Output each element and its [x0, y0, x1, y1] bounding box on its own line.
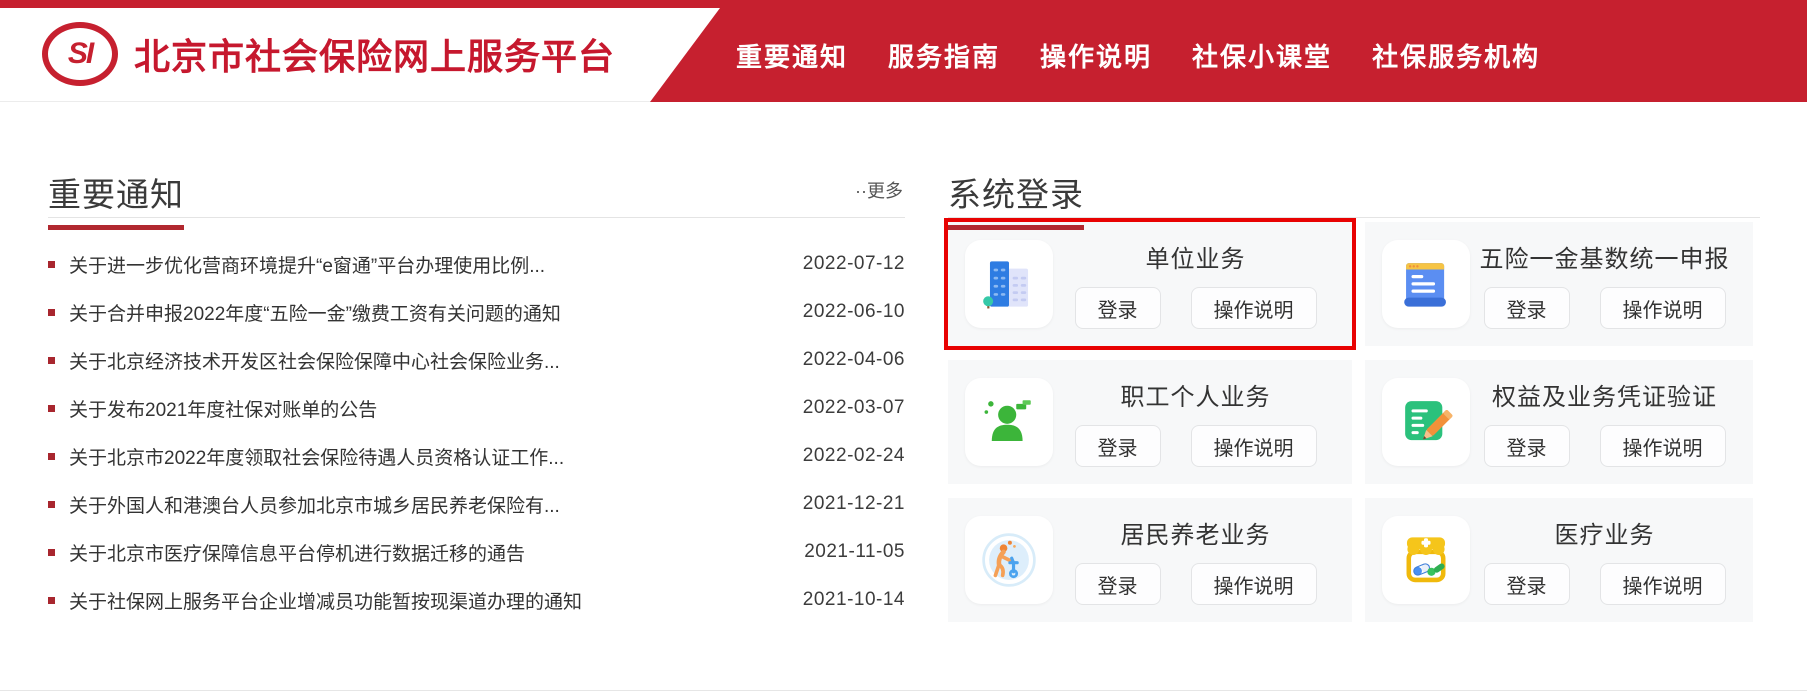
panel-title: 权益及业务凭证验证: [1492, 377, 1717, 412]
page-bottom-divider: [0, 690, 1807, 691]
bullet-icon: [48, 549, 55, 556]
notice-row: 关于社保网上服务平台企业增减员功能暂按现渠道办理的通知 2021-10-14: [48, 576, 905, 624]
guide-button-verification[interactable]: 操作说明: [1600, 425, 1726, 467]
panel-title: 五险一金基数统一申报: [1480, 239, 1730, 274]
system-login-section: 系统登录: [948, 168, 1760, 622]
notice-list: 关于进一步优化营商环境提升“e窗通”平台办理使用比例... 2022-07-12…: [48, 240, 905, 624]
bullet-icon: [48, 357, 55, 364]
notices-more-link[interactable]: ··更多: [855, 177, 903, 203]
notice-row: 关于北京市医疗保障信息平台停机进行数据迁移的通告 2021-11-05: [48, 528, 905, 576]
site-title: 北京市社会保险网上服务平台: [134, 28, 615, 80]
bullet-icon: [48, 309, 55, 316]
si-logo-icon: SI: [42, 22, 118, 86]
notice-link[interactable]: 关于发布2021年度社保对账单的公告: [69, 395, 791, 422]
nav-item-service-guide[interactable]: 服务指南: [888, 37, 1000, 74]
guide-button-employee[interactable]: 操作说明: [1191, 425, 1317, 467]
login-button-employee[interactable]: 登录: [1075, 425, 1161, 467]
notice-row: 关于合并申报2022年度“五险一金”缴费工资有关问题的通知 2022-06-10: [48, 288, 905, 336]
notice-date: 2022-02-24: [803, 445, 905, 467]
top-red-strip: [0, 0, 1807, 8]
panel-medical: 医疗业务 登录 操作说明: [1365, 498, 1753, 622]
notice-link[interactable]: 关于北京经济技术开发区社会保险保障中心社会保险业务...: [69, 347, 791, 374]
site-header: SI 北京市社会保险网上服务平台 重要通知 服务指南 操作说明 社保小课堂 社保…: [0, 8, 1807, 102]
document-icon: [1382, 240, 1470, 328]
login-button-verification[interactable]: 登录: [1484, 425, 1570, 467]
person-icon: [965, 378, 1053, 466]
login-panel-grid: 单位业务 登录 操作说明: [948, 222, 1760, 622]
notice-date: 2022-07-12: [803, 253, 905, 275]
notice-date: 2022-06-10: [803, 301, 905, 323]
si-logo-text: SI: [68, 37, 92, 71]
bullet-icon: [48, 597, 55, 604]
guide-button-base-declaration[interactable]: 操作说明: [1600, 287, 1726, 329]
notice-date: 2021-12-21: [803, 493, 905, 515]
notice-date: 2021-11-05: [804, 541, 905, 563]
site-brand[interactable]: SI 北京市社会保险网上服务平台: [42, 22, 615, 86]
nav-item-important-notices[interactable]: 重要通知: [736, 37, 848, 74]
note-pencil-icon: [1382, 378, 1470, 466]
panel-certificate-verification: 权益及业务凭证验证 登录 操作说明: [1365, 360, 1753, 484]
notice-link[interactable]: 关于进一步优化营商环境提升“e窗通”平台办理使用比例...: [69, 251, 791, 278]
main-nav: 重要通知 服务指南 操作说明 社保小课堂 社保服务机构: [650, 8, 1807, 102]
notice-row: 关于外国人和港澳台人员参加北京市城乡居民养老保险有... 2021-12-21: [48, 480, 905, 528]
panel-resident-pension: 居民养老业务 登录 操作说明: [948, 498, 1352, 622]
notices-section-head: 重要通知 ··更多: [48, 168, 905, 218]
notice-date: 2022-04-06: [803, 349, 905, 371]
login-button-base-declaration[interactable]: 登录: [1484, 287, 1570, 329]
notice-row: 关于进一步优化营商环境提升“e窗通”平台办理使用比例... 2022-07-12: [48, 240, 905, 288]
panel-base-declaration: 五险一金基数统一申报 登录 操作说明: [1365, 222, 1753, 346]
panel-unit-business: 单位业务 登录 操作说明: [948, 222, 1352, 346]
notice-row: 关于北京经济技术开发区社会保险保障中心社会保险业务... 2022-04-06: [48, 336, 905, 384]
bullet-icon: [48, 453, 55, 460]
login-button-medical[interactable]: 登录: [1484, 563, 1570, 605]
panel-title: 单位业务: [1146, 239, 1246, 274]
notices-title: 重要通知: [48, 168, 184, 230]
notice-link[interactable]: 关于合并申报2022年度“五险一金”缴费工资有关问题的通知: [69, 299, 791, 326]
panel-employee-personal: 职工个人业务 登录 操作说明: [948, 360, 1352, 484]
notice-row: 关于发布2021年度社保对账单的公告 2022-03-07: [48, 384, 905, 432]
login-button-unit[interactable]: 登录: [1075, 287, 1161, 329]
panel-title: 居民养老业务: [1121, 515, 1271, 550]
bullet-icon: [48, 261, 55, 268]
guide-button-pension[interactable]: 操作说明: [1191, 563, 1317, 605]
notice-link[interactable]: 关于外国人和港澳台人员参加北京市城乡居民养老保险有...: [69, 491, 791, 518]
notice-link[interactable]: 关于北京市医疗保障信息平台停机进行数据迁移的通告: [69, 539, 792, 566]
login-section-head: 系统登录: [948, 168, 1760, 218]
bullet-icon: [48, 501, 55, 508]
bullet-icon: [48, 405, 55, 412]
panel-title: 医疗业务: [1555, 515, 1655, 550]
elderly-walker-icon: [965, 516, 1053, 604]
notice-date: 2021-10-14: [803, 589, 905, 611]
buildings-icon: [965, 240, 1053, 328]
login-title: 系统登录: [948, 168, 1084, 230]
nav-item-operation-instructions[interactable]: 操作说明: [1040, 37, 1152, 74]
login-button-pension[interactable]: 登录: [1075, 563, 1161, 605]
nav-item-service-agencies[interactable]: 社保服务机构: [1372, 37, 1540, 74]
guide-button-medical[interactable]: 操作说明: [1600, 563, 1726, 605]
notice-row: 关于北京市2022年度领取社会保险待遇人员资格认证工作... 2022-02-2…: [48, 432, 905, 480]
notice-date: 2022-03-07: [803, 397, 905, 419]
notice-link[interactable]: 关于社保网上服务平台企业增减员功能暂按现渠道办理的通知: [69, 587, 791, 614]
guide-button-unit[interactable]: 操作说明: [1191, 287, 1317, 329]
notice-link[interactable]: 关于北京市2022年度领取社会保险待遇人员资格认证工作...: [69, 443, 791, 470]
notices-section: 重要通知 ··更多 关于进一步优化营商环境提升“e窗通”平台办理使用比例... …: [48, 168, 905, 624]
nav-item-social-security-class[interactable]: 社保小课堂: [1192, 37, 1332, 74]
medical-kit-icon: [1382, 516, 1470, 604]
panel-title: 职工个人业务: [1121, 377, 1271, 412]
